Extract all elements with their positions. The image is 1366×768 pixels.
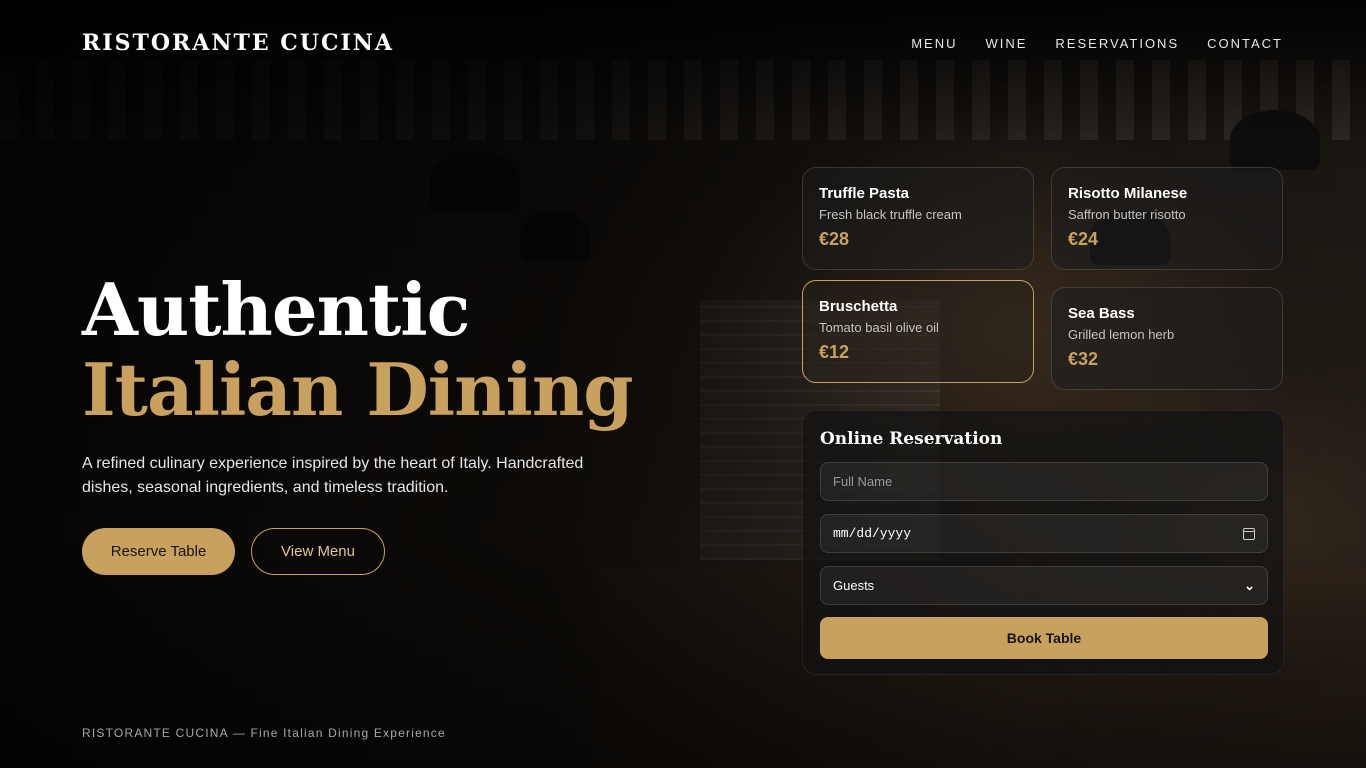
- menu-card-desc: Tomato basil olive oil: [819, 320, 939, 335]
- hero-title: Authentic Italian Dining: [82, 267, 634, 432]
- book-table-button[interactable]: Book Table: [820, 617, 1268, 659]
- nav-menu[interactable]: MENU: [911, 36, 957, 51]
- menu-card-price: €28: [819, 229, 850, 249]
- main-nav: MENU WINE RESERVATIONS CONTACT: [911, 36, 1283, 51]
- hero-title-line2: Italian Dining: [82, 347, 634, 432]
- nav-wine[interactable]: WINE: [985, 36, 1027, 51]
- menu-card-name: Bruschetta: [819, 298, 898, 315]
- chevron-down-icon: ⌄: [1244, 577, 1255, 593]
- hero-title-line1: Authentic: [82, 267, 470, 352]
- view-menu-button[interactable]: View Menu: [251, 528, 385, 575]
- reservation-form: Online Reservation mm/dd/yyyy Guests ⌄ B…: [802, 410, 1284, 675]
- brand-logo[interactable]: RISTORANTE CUCINA: [82, 30, 394, 56]
- calendar-icon[interactable]: [1243, 527, 1255, 540]
- full-name-input[interactable]: [833, 474, 1255, 489]
- guests-select[interactable]: Guests ⌄: [820, 566, 1268, 605]
- menu-card-bruschetta[interactable]: Bruschetta Tomato basil olive oil €12: [802, 280, 1034, 383]
- date-input-value: mm/dd/yyyy: [833, 526, 912, 541]
- menu-card-price: €32: [1068, 349, 1099, 369]
- nav-contact[interactable]: CONTACT: [1207, 36, 1283, 51]
- footer-tagline: RISTORANTE CUCINA — Fine Italian Dining …: [82, 726, 446, 740]
- full-name-field[interactable]: [820, 462, 1268, 501]
- date-field[interactable]: mm/dd/yyyy: [820, 514, 1268, 553]
- menu-card-risotto-milanese[interactable]: Risotto Milanese Saffron butter risotto …: [1051, 167, 1283, 270]
- hero-description: A refined culinary experience inspired b…: [82, 455, 584, 496]
- reservation-title: Online Reservation: [820, 429, 1003, 449]
- reserve-table-button[interactable]: Reserve Table: [82, 528, 235, 575]
- menu-card-name: Risotto Milanese: [1068, 185, 1188, 202]
- menu-card-desc: Saffron butter risotto: [1068, 207, 1186, 222]
- menu-card-price: €12: [819, 342, 850, 362]
- menu-card-name: Truffle Pasta: [819, 185, 910, 202]
- menu-card-price: €24: [1068, 229, 1099, 249]
- menu-card-truffle-pasta[interactable]: Truffle Pasta Fresh black truffle cream …: [802, 167, 1034, 270]
- menu-card-desc: Grilled lemon herb: [1068, 327, 1175, 342]
- guests-select-value: Guests: [833, 578, 875, 593]
- nav-reservations[interactable]: RESERVATIONS: [1055, 36, 1179, 51]
- menu-card-sea-bass[interactable]: Sea Bass Grilled lemon herb €32: [1051, 287, 1283, 390]
- menu-card-name: Sea Bass: [1068, 305, 1135, 322]
- menu-card-desc: Fresh black truffle cream: [819, 207, 962, 222]
